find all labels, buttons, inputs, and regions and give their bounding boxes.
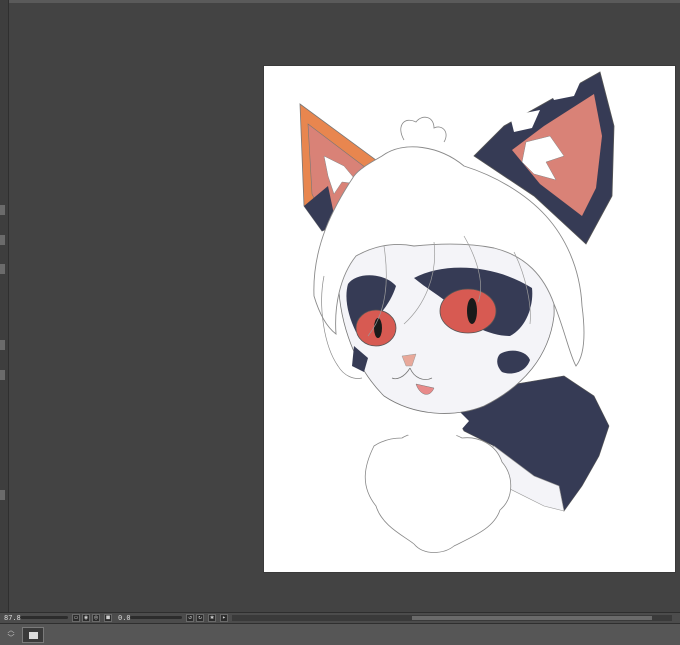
dock-handle[interactable] (0, 205, 5, 215)
paint-app-window: 87.8 ▭ ◉ ◎ ■ 0.0 ↺ ↻ ✱ ▸ ︿ ﹀ (0, 0, 680, 645)
flip-icon[interactable]: ▸ (220, 614, 228, 622)
rotate-left-icon[interactable]: ↺ (186, 614, 194, 622)
drawing-canvas[interactable] (264, 66, 675, 572)
horizontal-scrollbar[interactable] (232, 615, 672, 621)
rotation-slider[interactable] (130, 616, 182, 619)
left-dock-edge[interactable] (0, 0, 9, 612)
status-bar: 87.8 ▭ ◉ ◎ ■ 0.0 ↺ ↻ ✱ ▸ (0, 612, 680, 623)
panel-collapse-arrows[interactable]: ︿ ﹀ (6, 626, 16, 644)
thumbnail-preview (29, 632, 38, 639)
chevron-up-icon[interactable]: ︿ (6, 626, 16, 634)
rotate-right-icon[interactable]: ↻ (196, 614, 204, 622)
zoom-readout[interactable]: 87.8 (4, 613, 21, 623)
dock-handle[interactable] (0, 490, 5, 500)
scrollbar-thumb[interactable] (412, 616, 652, 620)
navigator-thumbnail-icon[interactable] (22, 627, 44, 643)
rotation-readout[interactable]: 0.0 (118, 613, 131, 623)
navigator-panel: ︿ ﹀ (0, 623, 680, 645)
dock-handle[interactable] (0, 370, 5, 380)
dock-handle[interactable] (0, 340, 5, 350)
dock-handle[interactable] (0, 264, 5, 274)
dock-handle[interactable] (0, 235, 5, 245)
frame-icon[interactable]: ■ (104, 614, 112, 622)
actual-size-icon[interactable]: ◉ (82, 614, 90, 622)
reset-rotation-icon[interactable]: ✱ (208, 614, 216, 622)
zoom-toggle-icon[interactable]: ◎ (92, 614, 100, 622)
zoom-slider[interactable] (20, 616, 68, 619)
cat-character-artwork (299, 71, 615, 553)
fit-icon[interactable]: ▭ (72, 614, 80, 622)
chevron-down-icon[interactable]: ﹀ (6, 634, 16, 642)
